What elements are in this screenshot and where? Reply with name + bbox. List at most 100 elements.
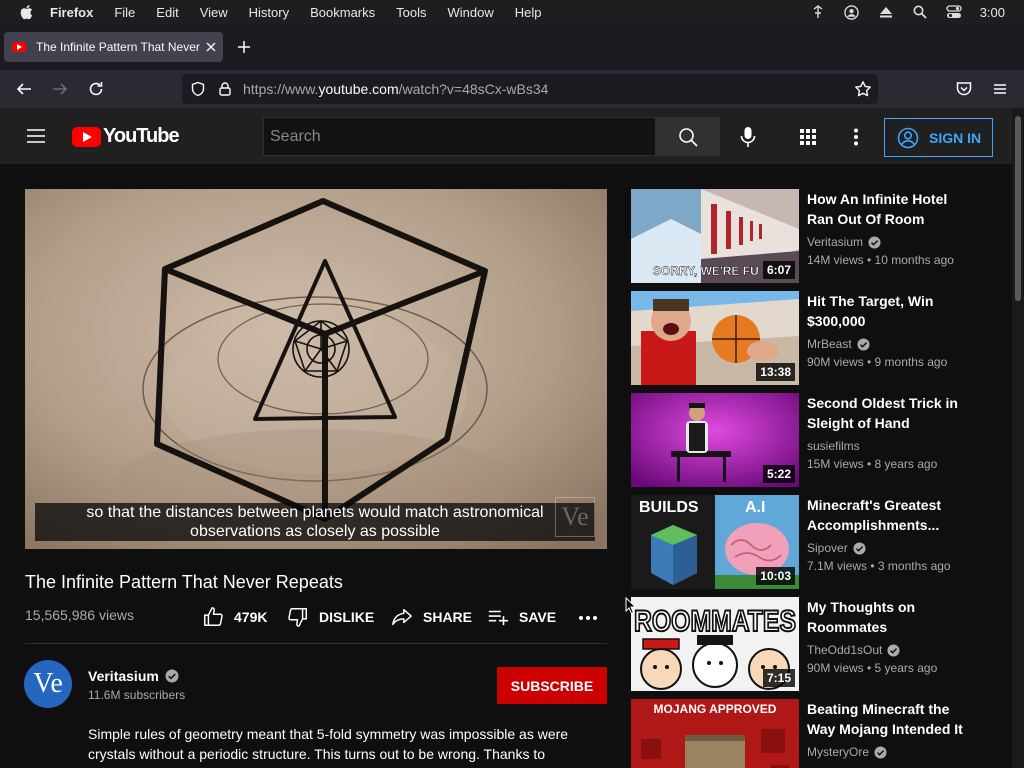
- channel-avatar[interactable]: Ve: [24, 660, 72, 708]
- recommended-video-item[interactable]: 5:22 Second Oldest Trick in Sleight of H…: [631, 393, 991, 487]
- sign-in-label: SIGN IN: [929, 129, 982, 146]
- dislike-button[interactable]: DISLIKE: [287, 606, 374, 628]
- menu-tools[interactable]: Tools: [396, 5, 426, 20]
- verified-check-icon: [868, 235, 881, 249]
- youtube-logo[interactable]: YouTube: [72, 125, 180, 148]
- video-title[interactable]: Second Oldest Trick in Sleight of Hand: [807, 393, 977, 433]
- scrollbar-thumb[interactable]: [1015, 116, 1021, 301]
- video-title[interactable]: My Thoughts on Roommates: [807, 597, 977, 637]
- menu-file[interactable]: File: [114, 5, 135, 20]
- tracking-protection-shield-icon[interactable]: [190, 81, 206, 97]
- video-player[interactable]: so that the distances between planets wo…: [25, 189, 607, 549]
- video-frame-image: [25, 189, 607, 549]
- video-duration: 6:07: [762, 261, 795, 279]
- search-icon: [679, 127, 698, 147]
- channel-name-text: MrBeast: [807, 337, 852, 351]
- channel-name-text: Veritasium: [88, 668, 159, 684]
- url-path: /watch?v=48sCx-wBs34: [398, 81, 549, 97]
- playlist-add-icon: [488, 610, 509, 626]
- back-arrow-icon[interactable]: [15, 80, 33, 98]
- channel-name[interactable]: MrBeast: [807, 337, 870, 351]
- close-tab-icon[interactable]: [204, 40, 218, 54]
- recommended-video-item[interactable]: BUILDS A.I 10:03 Minecraft's Greatest Ac…: [631, 495, 991, 589]
- control-center-icon[interactable]: [946, 4, 962, 20]
- channel-name-text: Veritasium: [807, 235, 864, 249]
- menu-bar-clock[interactable]: 3:00: [980, 5, 1005, 20]
- channel-name[interactable]: Veritasium: [88, 668, 179, 684]
- subscribe-button[interactable]: SUBSCRIBE: [497, 667, 607, 704]
- menu-bookmarks[interactable]: Bookmarks: [310, 5, 375, 20]
- channel-name[interactable]: MysteryOre: [807, 745, 887, 759]
- video-thumbnail[interactable]: ROOMMATES 7:15: [631, 597, 799, 691]
- channel-watermark[interactable]: Ve: [555, 497, 595, 537]
- video-title[interactable]: Minecraft's Greatest Accomplishments...: [807, 495, 977, 535]
- channel-name-text: susiefilms: [807, 439, 860, 453]
- share-button[interactable]: SHARE: [391, 606, 472, 628]
- menu-window[interactable]: Window: [448, 5, 494, 20]
- like-button[interactable]: 479K: [202, 606, 267, 628]
- pocket-icon[interactable]: [955, 80, 973, 98]
- macos-menu-bar: Firefox File Edit View History Bookmarks…: [0, 0, 1024, 24]
- network-icon[interactable]: [810, 4, 826, 20]
- youtube-play-icon: [72, 126, 101, 147]
- browser-tab-active[interactable]: The Infinite Pattern That Never Repeats: [4, 32, 223, 62]
- eject-icon[interactable]: [878, 4, 894, 20]
- video-title[interactable]: Hit The Target, Win $300,000: [807, 291, 977, 331]
- channel-name-text: Sipover: [807, 541, 848, 555]
- video-thumbnail[interactable]: 13:38: [631, 291, 799, 385]
- video-title[interactable]: Beating Minecraft the Way Mojang Intende…: [807, 699, 977, 739]
- save-button[interactable]: SAVE: [487, 606, 556, 628]
- url-text[interactable]: https://www.youtube.com/watch?v=48sCx-wB…: [243, 81, 548, 97]
- channel-name[interactable]: susiefilms: [807, 439, 860, 453]
- page-scrollbar[interactable]: [1012, 108, 1024, 768]
- thumbnail-image: MOJANG APPROVED: [631, 699, 799, 768]
- channel-name[interactable]: Veritasium: [807, 235, 881, 249]
- view-count: 15,565,986 views: [25, 607, 134, 623]
- more-actions-icon[interactable]: [577, 608, 599, 628]
- forward-arrow-icon[interactable]: [51, 80, 69, 98]
- mouse-cursor-icon: [625, 596, 637, 615]
- video-thumbnail[interactable]: 5:22: [631, 393, 799, 487]
- recommended-video-item[interactable]: MOJANG APPROVED Beating Minecraft the Wa…: [631, 699, 991, 768]
- url-domain: youtube.com: [318, 81, 399, 97]
- menu-view[interactable]: View: [200, 5, 228, 20]
- lock-icon[interactable]: [217, 81, 233, 97]
- new-tab-icon[interactable]: [236, 39, 252, 55]
- channel-name-text: TheOdd1sOut: [807, 643, 883, 657]
- url-prefix: https://www.: [243, 81, 319, 97]
- channel-name[interactable]: TheOdd1sOut: [807, 643, 900, 657]
- reload-icon[interactable]: [87, 80, 105, 98]
- video-duration: 5:22: [762, 465, 795, 483]
- spotlight-search-icon[interactable]: [912, 4, 928, 20]
- app-menu-icon[interactable]: [991, 80, 1009, 98]
- menu-app-firefox[interactable]: Firefox: [50, 5, 93, 20]
- guide-menu-icon[interactable]: [26, 127, 46, 145]
- microphone-icon[interactable]: [737, 125, 759, 149]
- video-thumbnail[interactable]: BUILDS A.I 10:03: [631, 495, 799, 589]
- bookmark-star-icon[interactable]: [854, 80, 872, 98]
- sign-in-button[interactable]: SIGN IN: [884, 118, 993, 157]
- share-label: SHARE: [423, 609, 473, 625]
- like-count: 479K: [234, 609, 268, 625]
- channel-name[interactable]: Sipover: [807, 541, 866, 555]
- recommended-video-item[interactable]: ROOMMATES 7:15 My Thoughts on Roommates …: [631, 597, 991, 691]
- search-button[interactable]: [656, 117, 720, 156]
- address-bar[interactable]: https://www.youtube.com/watch?v=48sCx-wB…: [182, 74, 878, 104]
- apple-icon[interactable]: [16, 2, 36, 22]
- video-thumbnail[interactable]: SORRY, WE'RE FU 6:07: [631, 189, 799, 283]
- verified-check-icon: [887, 643, 900, 657]
- menu-help[interactable]: Help: [515, 5, 542, 20]
- share-arrow-icon: [392, 608, 412, 626]
- recommended-video-item[interactable]: 13:38 Hit The Target, Win $300,000 MrBea…: [631, 291, 991, 385]
- video-title[interactable]: How An Infinite Hotel Ran Out Of Room: [807, 189, 977, 229]
- user-account-icon[interactable]: [844, 4, 860, 20]
- settings-kebab-icon[interactable]: [846, 127, 866, 147]
- search-input[interactable]: Search: [263, 117, 656, 156]
- menu-edit[interactable]: Edit: [156, 5, 178, 20]
- verified-check-icon: [874, 745, 887, 759]
- apps-grid-icon[interactable]: [798, 127, 818, 147]
- video-thumbnail[interactable]: MOJANG APPROVED: [631, 699, 799, 768]
- youtube-logo-text: YouTube: [103, 125, 180, 147]
- menu-history[interactable]: History: [249, 5, 289, 20]
- recommended-video-item[interactable]: SORRY, WE'RE FU 6:07 How An Infinite Hot…: [631, 189, 991, 283]
